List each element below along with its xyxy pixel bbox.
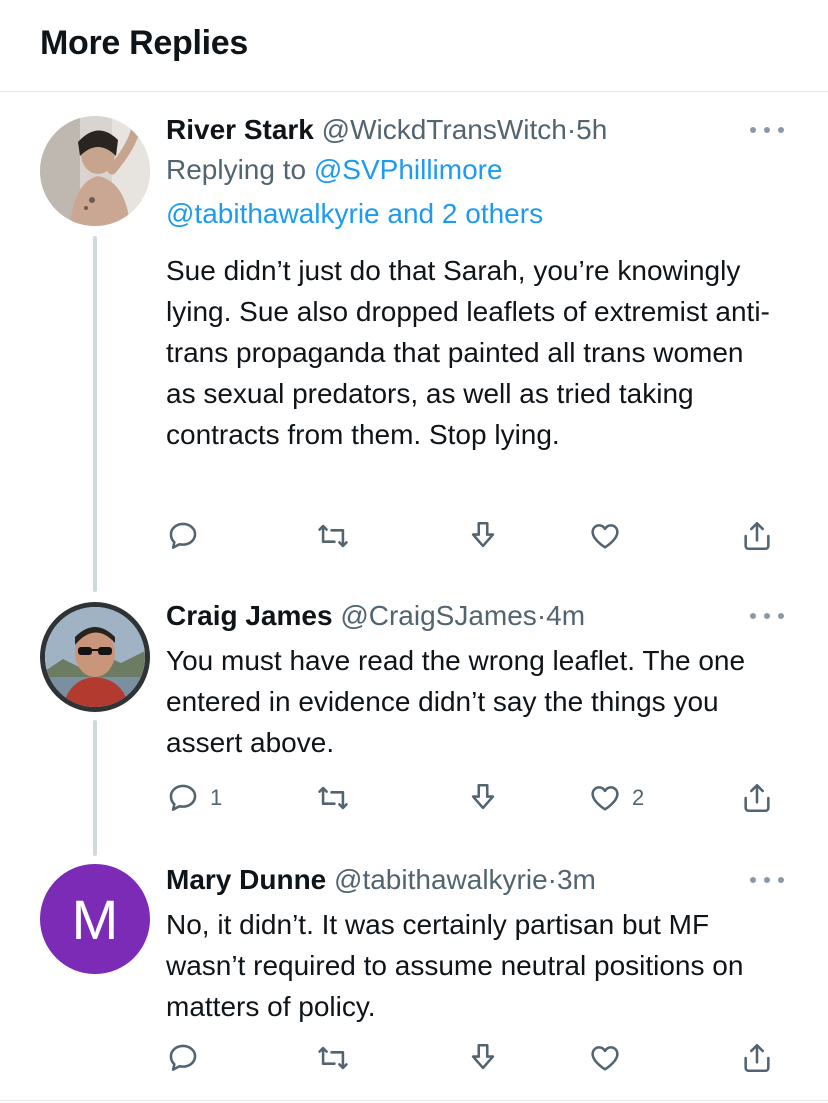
reply-icon — [169, 522, 197, 549]
tweet-actions: 1 2 — [166, 778, 782, 818]
like-button[interactable] — [588, 1038, 632, 1078]
downvote-icon — [471, 521, 495, 548]
retweet-icon — [318, 1046, 348, 1070]
tweet-text: Sue didn’t just do that Sarah, you’re kn… — [166, 255, 770, 450]
author-name[interactable]: Craig James — [166, 600, 333, 631]
avatar[interactable] — [40, 602, 150, 712]
reply-button[interactable]: 1 — [166, 778, 222, 818]
author-handle[interactable]: @CraigSJames — [340, 600, 536, 631]
downvote-icon — [471, 783, 495, 810]
share-button[interactable] — [740, 1038, 774, 1078]
page-header: More Replies — [0, 0, 828, 92]
retweet-icon — [318, 786, 348, 810]
page-title: More Replies — [40, 24, 249, 62]
avatar[interactable] — [40, 116, 150, 226]
mention-link[interactable]: @SVPhillimore — [314, 154, 503, 185]
share-icon — [744, 1043, 770, 1073]
author-handle[interactable]: @tabithawalkyrie — [334, 864, 548, 895]
share-button[interactable] — [740, 778, 774, 818]
tweet-time[interactable]: 3m — [557, 864, 596, 895]
downvote-button[interactable] — [466, 1038, 500, 1078]
like-count: 2 — [632, 785, 645, 810]
heart-icon — [591, 786, 619, 811]
heart-icon — [591, 1046, 619, 1071]
thread-line — [93, 720, 97, 856]
heart-icon — [591, 524, 619, 549]
mention-link-others[interactable]: @tabithawalkyrie and 2 others — [166, 198, 543, 229]
retweet-button[interactable] — [316, 516, 360, 556]
separator-dot: · — [566, 114, 577, 145]
thread-line — [93, 236, 97, 592]
tweet-text: You must have read the wrong leaflet. Th… — [166, 645, 746, 758]
retweet-button[interactable] — [316, 1038, 360, 1078]
author-handle[interactable]: @WickdTransWitch — [322, 114, 567, 145]
reply-count: 1 — [210, 785, 223, 810]
reply-button[interactable] — [166, 516, 210, 556]
replying-to-label: Replying to — [166, 154, 314, 185]
divider — [0, 1100, 828, 1101]
share-icon — [744, 521, 770, 551]
retweet-icon — [318, 524, 348, 548]
downvote-button[interactable] — [466, 778, 500, 818]
share-button[interactable] — [740, 516, 774, 556]
downvote-button[interactable] — [466, 516, 500, 556]
tweet-actions — [166, 1038, 782, 1078]
avatar-letter: M — [71, 887, 119, 951]
downvote-icon — [471, 1043, 495, 1070]
tweet-text: No, it didn’t. It was certainly partisan… — [166, 909, 744, 1022]
share-icon — [744, 783, 770, 813]
reply-icon — [169, 1044, 197, 1071]
author-name[interactable]: River Stark — [166, 114, 314, 145]
like-button[interactable]: 2 — [588, 778, 644, 818]
tweet-actions — [166, 516, 782, 556]
author-name[interactable]: Mary Dunne — [166, 864, 326, 895]
tweet-time[interactable]: 5h — [576, 114, 607, 145]
separator-dot: · — [536, 600, 547, 631]
separator-dot: · — [547, 864, 557, 895]
avatar[interactable]: M — [40, 864, 150, 974]
reply-icon — [169, 784, 197, 811]
replying-to: Replying to @SVPhillimore — [166, 148, 786, 192]
retweet-button[interactable] — [316, 778, 360, 818]
tweet-time[interactable]: 4m — [546, 600, 585, 631]
like-button[interactable] — [588, 516, 632, 556]
reply-button[interactable] — [166, 1038, 210, 1078]
